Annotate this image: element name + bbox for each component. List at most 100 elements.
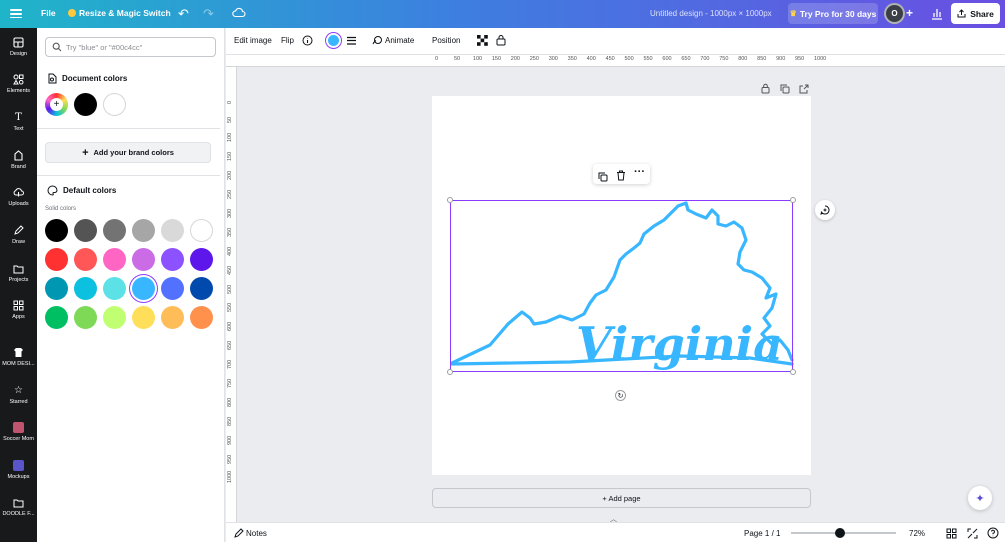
sparkle-icon: ✦ bbox=[975, 492, 985, 505]
zoom-level[interactable]: 72% bbox=[909, 529, 925, 538]
magic-assistant-button[interactable]: ✦ bbox=[968, 486, 992, 510]
color-swatch[interactable] bbox=[132, 306, 155, 329]
rail-item-projects[interactable]: Projects bbox=[0, 262, 37, 298]
ruler-tick-label: 650 bbox=[681, 56, 691, 62]
rail-item-soccer-mom[interactable]: Soccer Mom bbox=[0, 421, 37, 457]
line-style-icon[interactable] bbox=[346, 36, 357, 48]
ruler-tick-label: 250 bbox=[529, 56, 539, 62]
color-swatch[interactable] bbox=[74, 248, 97, 271]
color-swatch[interactable] bbox=[190, 248, 213, 271]
color-swatch[interactable] bbox=[74, 219, 97, 242]
transparency-icon[interactable] bbox=[477, 35, 488, 48]
document-color-swatch[interactable] bbox=[74, 93, 97, 116]
document-title[interactable]: Untitled design - 1000px × 1000px bbox=[650, 9, 772, 18]
share-icon bbox=[957, 9, 966, 18]
help-icon[interactable] bbox=[987, 527, 999, 541]
menu-icon[interactable] bbox=[10, 7, 22, 21]
rail-item-mom-design[interactable]: MOM DESI... bbox=[0, 346, 37, 382]
ruler-tick-label: 500 bbox=[227, 284, 233, 294]
redo-icon[interactable]: ↷ bbox=[203, 6, 214, 22]
color-swatch[interactable] bbox=[132, 219, 155, 242]
rail-label: Mockups bbox=[7, 474, 30, 480]
avatar[interactable]: O bbox=[884, 3, 905, 24]
top-bar: File Resize & Magic Switch ↶ ↷ Untitled … bbox=[0, 0, 1005, 28]
shirt-icon bbox=[13, 346, 25, 358]
more-options-icon[interactable]: ··· bbox=[634, 166, 645, 178]
rail-item-mockups[interactable]: Mockups bbox=[0, 459, 37, 495]
color-swatch[interactable] bbox=[74, 277, 97, 300]
color-swatch[interactable] bbox=[161, 248, 184, 271]
file-menu[interactable]: File bbox=[41, 8, 56, 18]
rail-item-starred[interactable]: ☆ Starred bbox=[0, 384, 37, 420]
cloud-save-icon[interactable] bbox=[232, 6, 246, 20]
add-color-button[interactable]: + bbox=[45, 93, 68, 116]
position-button[interactable]: Position bbox=[432, 36, 460, 45]
add-collaborator-icon[interactable]: + bbox=[906, 6, 913, 20]
add-brand-colors-button[interactable]: + Add your brand colors bbox=[45, 142, 211, 163]
edit-image-button[interactable]: Edit image bbox=[234, 36, 272, 45]
color-swatch[interactable] bbox=[190, 277, 213, 300]
color-swatch[interactable] bbox=[74, 306, 97, 329]
rail-item-elements[interactable]: Elements bbox=[0, 73, 37, 109]
color-search-input[interactable]: Try "blue" or "#00c4cc" bbox=[45, 37, 216, 57]
fullscreen-icon[interactable] bbox=[967, 528, 978, 541]
analytics-icon[interactable] bbox=[931, 6, 943, 20]
comment-add-icon[interactable] bbox=[815, 200, 835, 220]
resize-handle[interactable] bbox=[447, 197, 453, 203]
color-swatch[interactable] bbox=[161, 306, 184, 329]
ruler-tick-label: 950 bbox=[795, 56, 805, 62]
palette-document-icon bbox=[48, 73, 57, 84]
rail-item-draw[interactable]: Draw bbox=[0, 224, 37, 260]
color-swatch[interactable] bbox=[45, 219, 68, 242]
color-swatch[interactable] bbox=[132, 277, 155, 300]
color-swatch[interactable] bbox=[103, 277, 126, 300]
resize-button[interactable]: Resize & Magic Switch bbox=[68, 8, 171, 18]
color-swatch[interactable] bbox=[132, 248, 155, 271]
default-colors-title: Default colors bbox=[63, 186, 117, 195]
color-swatch[interactable] bbox=[161, 219, 184, 242]
notes-button[interactable]: Notes bbox=[246, 529, 267, 538]
color-swatch[interactable] bbox=[45, 277, 68, 300]
rail-item-text[interactable]: T Text bbox=[0, 111, 37, 147]
color-picker-button[interactable] bbox=[326, 33, 341, 48]
rail-item-uploads[interactable]: Uploads bbox=[0, 186, 37, 222]
color-swatch[interactable] bbox=[45, 306, 68, 329]
rail-item-doodle[interactable]: DOODLE F... bbox=[0, 496, 37, 532]
crown-icon: ♛ bbox=[789, 9, 797, 18]
page-indicator[interactable]: Page 1 / 1 bbox=[744, 529, 780, 538]
flip-button[interactable]: Flip bbox=[281, 36, 294, 45]
animate-icon[interactable] bbox=[372, 35, 383, 48]
resize-handle[interactable] bbox=[790, 197, 796, 203]
color-swatch[interactable] bbox=[103, 219, 126, 242]
resize-label: Resize & Magic Switch bbox=[79, 8, 171, 18]
rail-item-design[interactable]: Design bbox=[0, 36, 37, 72]
resize-handle[interactable] bbox=[790, 369, 796, 375]
grid-view-icon[interactable] bbox=[946, 528, 957, 541]
try-pro-button[interactable]: ♛ Try Pro for 30 days bbox=[788, 3, 878, 24]
folder-icon bbox=[13, 496, 25, 508]
delete-icon[interactable] bbox=[616, 168, 626, 186]
color-swatch[interactable] bbox=[190, 219, 213, 242]
color-swatch[interactable] bbox=[103, 306, 126, 329]
document-color-swatch[interactable] bbox=[103, 93, 126, 116]
color-swatch[interactable] bbox=[103, 248, 126, 271]
lock-icon[interactable] bbox=[496, 34, 506, 48]
color-swatch[interactable] bbox=[190, 306, 213, 329]
context-toolbar: Edit image Flip Animate Position bbox=[226, 28, 1005, 55]
notes-icon[interactable] bbox=[234, 528, 244, 540]
rotate-handle-icon[interactable]: ↻ bbox=[615, 390, 626, 401]
undo-icon[interactable]: ↶ bbox=[178, 6, 189, 22]
ruler-tick-label: 950 bbox=[227, 454, 233, 465]
rail-item-brand[interactable]: Brand bbox=[0, 149, 37, 185]
add-page-button[interactable]: + Add page bbox=[432, 488, 811, 508]
share-button[interactable]: Share bbox=[951, 3, 1000, 24]
color-swatch[interactable] bbox=[161, 277, 184, 300]
resize-handle[interactable] bbox=[447, 369, 453, 375]
ruler-tick-label: 1000 bbox=[227, 470, 233, 483]
solid-colors-label: Solid colors bbox=[45, 206, 77, 212]
animate-button[interactable]: Animate bbox=[385, 36, 414, 45]
color-swatch[interactable] bbox=[45, 248, 68, 271]
rail-item-apps[interactable]: Apps bbox=[0, 299, 37, 335]
info-icon[interactable] bbox=[302, 35, 313, 48]
duplicate-icon[interactable] bbox=[598, 169, 608, 187]
